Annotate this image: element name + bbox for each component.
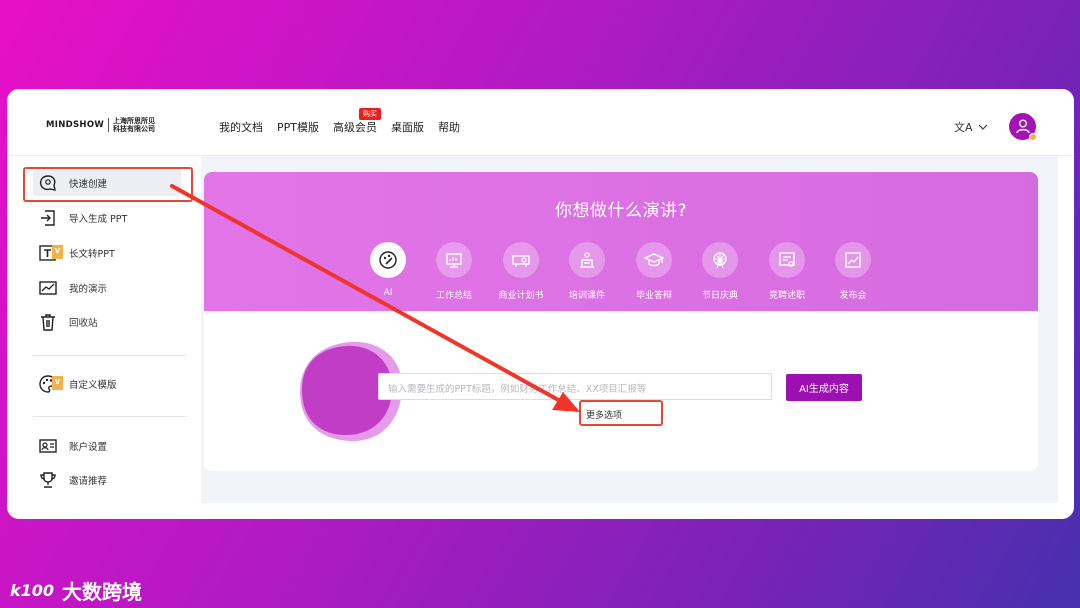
sidebar-item-account-settings[interactable]: 账户设置 bbox=[33, 432, 181, 459]
category-label: 竞聘述职 bbox=[768, 291, 805, 301]
ai-generate-button[interactable]: AI生成内容 bbox=[786, 374, 862, 401]
trophy-icon bbox=[37, 469, 59, 491]
category-launch-event[interactable]: 发布会 bbox=[818, 242, 888, 301]
vip-badge: V bbox=[52, 375, 63, 390]
buy-badge[interactable]: 购买 bbox=[359, 108, 381, 120]
translate-icon: 文A bbox=[954, 121, 973, 134]
avatar-status-dot bbox=[1029, 133, 1037, 141]
sidebar-item-label: 账户设置 bbox=[69, 441, 108, 453]
category-ai[interactable]: AI bbox=[353, 242, 423, 298]
chalkboard-icon bbox=[569, 242, 605, 278]
logo-text: MINDSHOW bbox=[46, 120, 105, 130]
sidebar-item-long-text[interactable]: V 长文转PPT bbox=[33, 239, 181, 266]
category-business-plan[interactable]: 商业计划书 bbox=[486, 242, 556, 301]
palette-icon: V bbox=[37, 373, 63, 395]
category-label: 毕业答辩 bbox=[635, 291, 672, 301]
text-icon: V bbox=[37, 242, 63, 264]
hero-title: 你想做什么演讲? bbox=[554, 201, 688, 221]
sidebar-item-label: 自定义模版 bbox=[69, 379, 117, 391]
nav-premium[interactable]: 高级会员 bbox=[333, 119, 377, 135]
company-name-line2: 科技有限公司 bbox=[113, 125, 156, 133]
presentation-icon bbox=[37, 277, 59, 299]
top-bar: MINDSHOW 上海所思所见 科技有限公司 我的文档 PPT模版 高级会员 桌… bbox=[7, 89, 1074, 156]
watermark: k100 大数跨境 bbox=[10, 576, 142, 605]
chart-board-icon bbox=[835, 242, 871, 278]
projector-icon bbox=[503, 242, 539, 278]
category-label: 工作总结 bbox=[435, 291, 472, 301]
main-content: 快速创建 导入生成 PPT V 长文转PPT 我的演示 回收站 V 自定义模版 … bbox=[21, 156, 1058, 503]
sidebar-item-my-presentations[interactable]: 我的演示 bbox=[33, 274, 181, 301]
board-icon bbox=[436, 242, 472, 278]
nav-ppt-templates[interactable]: PPT模版 bbox=[277, 119, 319, 135]
sidebar-item-label: 导入生成 PPT bbox=[69, 213, 128, 225]
company-name-line1: 上海所思所见 bbox=[113, 117, 156, 125]
ferris-wheel-icon bbox=[702, 242, 738, 278]
vip-badge: V bbox=[52, 244, 63, 259]
user-icon bbox=[1015, 119, 1030, 134]
nav-desktop[interactable]: 桌面版 bbox=[391, 119, 424, 135]
category-label: 发布会 bbox=[839, 291, 867, 301]
sidebar-item-label: 邀请推荐 bbox=[69, 475, 108, 487]
nav-my-documents[interactable]: 我的文档 bbox=[219, 119, 263, 135]
sidebar-item-label: 回收站 bbox=[69, 317, 98, 329]
company-name: 上海所思所见 科技有限公司 bbox=[113, 117, 155, 133]
logo-separator bbox=[108, 118, 110, 132]
category-job-report[interactable]: 竞聘述职 bbox=[752, 242, 822, 301]
sidebar-item-custom-templates[interactable]: V 自定义模版 bbox=[33, 370, 181, 397]
sidebar-divider bbox=[33, 416, 187, 417]
language-switcher[interactable]: 文A bbox=[954, 119, 988, 135]
watermark-text: 大数跨境 bbox=[62, 580, 143, 604]
topic-input[interactable]: 输入需要生成的PPT标题，例如财务工作总结、XX项目汇报等 bbox=[378, 373, 772, 400]
sidebar-divider bbox=[33, 355, 187, 356]
category-label: 节日庆典 bbox=[701, 291, 738, 301]
chevron-down-icon bbox=[978, 124, 987, 130]
ai-palette-icon bbox=[370, 242, 406, 278]
account-icon bbox=[37, 435, 59, 457]
sidebar-item-import[interactable]: 导入生成 PPT bbox=[33, 204, 181, 231]
category-label: AI bbox=[383, 288, 393, 298]
logo[interactable]: MINDSHOW 上海所思所见 科技有限公司 bbox=[46, 117, 155, 133]
app-window: MINDSHOW 上海所思所见 科技有限公司 我的文档 PPT模版 高级会员 桌… bbox=[7, 89, 1074, 519]
create-panel: 你想做什么演讲? AI 工作总结 商业计划书 培训课件 毕业答辩 节日庆典 竞聘… bbox=[204, 172, 1038, 471]
category-label: 商业计划书 bbox=[498, 291, 544, 301]
nav-help[interactable]: 帮助 bbox=[438, 119, 460, 135]
category-training[interactable]: 培训课件 bbox=[552, 242, 622, 301]
sidebar-item-invite[interactable]: 邀请推荐 bbox=[33, 466, 181, 493]
graduation-cap-icon bbox=[636, 242, 672, 278]
category-work-summary[interactable]: 工作总结 bbox=[419, 242, 489, 301]
hero-banner: 你想做什么演讲? AI 工作总结 商业计划书 培训课件 毕业答辩 节日庆典 竞聘… bbox=[204, 172, 1038, 311]
category-label: 培训课件 bbox=[568, 291, 605, 301]
highlight-more-options bbox=[579, 400, 663, 426]
trash-icon bbox=[37, 311, 59, 333]
certificate-icon bbox=[769, 242, 805, 278]
category-graduation[interactable]: 毕业答辩 bbox=[619, 242, 689, 301]
sidebar-item-label: 长文转PPT bbox=[69, 248, 115, 260]
highlight-quick-create bbox=[23, 167, 193, 202]
sidebar: 快速创建 导入生成 PPT V 长文转PPT 我的演示 回收站 V 自定义模版 … bbox=[21, 156, 201, 503]
sidebar-item-label: 我的演示 bbox=[69, 283, 108, 295]
category-festival[interactable]: 节日庆典 bbox=[685, 242, 755, 301]
sidebar-item-trash[interactable]: 回收站 bbox=[33, 308, 181, 335]
watermark-logo: k100 bbox=[10, 581, 55, 600]
import-icon bbox=[37, 207, 59, 229]
main-nav: 我的文档 PPT模版 高级会员 桌面版 帮助 bbox=[219, 119, 460, 135]
